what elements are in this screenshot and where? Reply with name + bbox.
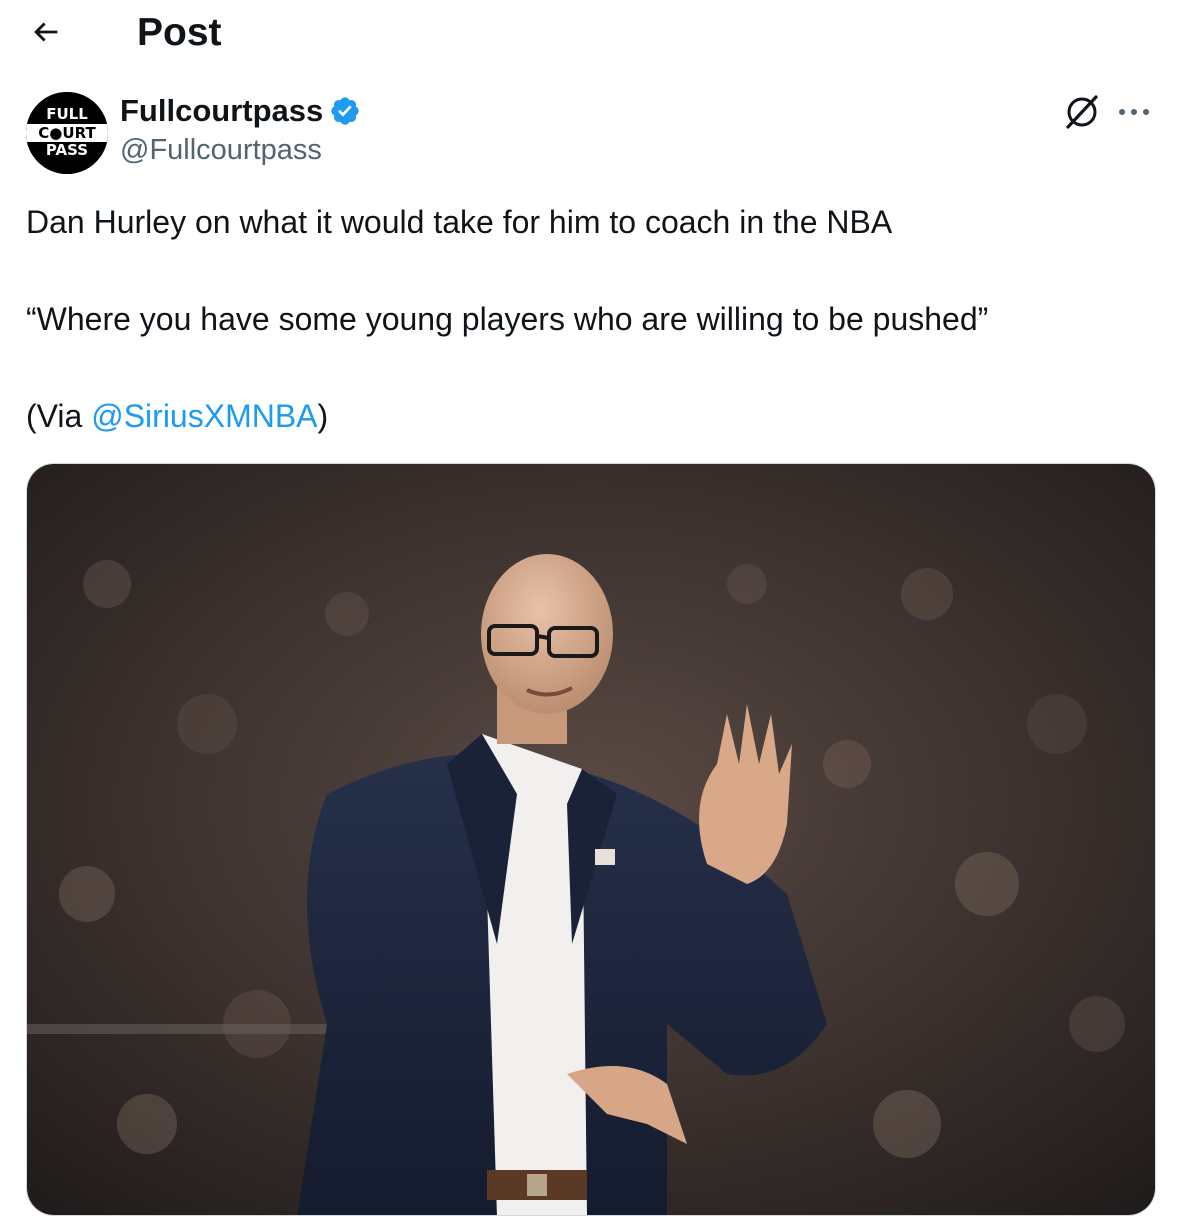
grok-icon [1062, 92, 1102, 137]
arrow-left-icon [29, 15, 63, 54]
grok-button[interactable] [1060, 92, 1104, 136]
post-text-line-2: “Where you have some young players who a… [26, 301, 989, 337]
via-suffix: ) [317, 398, 329, 434]
avatar-text-3: PASS [46, 141, 88, 159]
post-text-line-3: (Via @SiriusXMNBA) [26, 392, 1154, 440]
verified-badge-icon [329, 95, 361, 127]
display-name: Fullcourtpass [120, 93, 324, 128]
post-photo[interactable] [26, 463, 1156, 1216]
post-text-line-1: Dan Hurley on what it would take for him… [26, 204, 893, 240]
post-author: FULL C●URT PASS Fullcourtpass @Fullcourt… [26, 88, 1156, 178]
post-text: Dan Hurley on what it would take for him… [26, 198, 1154, 440]
handle[interactable]: @Fullcourtpass [120, 132, 322, 168]
avatar[interactable]: FULL C●URT PASS [26, 92, 108, 174]
more-options-button[interactable] [1112, 92, 1156, 136]
display-name-link[interactable]: Fullcourtpass [120, 92, 361, 130]
top-bar: Post [0, 0, 1180, 66]
back-button[interactable] [24, 12, 68, 56]
more-dots-icon [1116, 105, 1152, 123]
mention-link[interactable]: @SiriusXMNBA [91, 398, 317, 434]
avatar-text-1: FULL [46, 105, 88, 123]
avatar-text-2: C●URT [38, 124, 96, 142]
via-prefix: (Via [26, 398, 92, 434]
page-title: Post [137, 11, 222, 54]
